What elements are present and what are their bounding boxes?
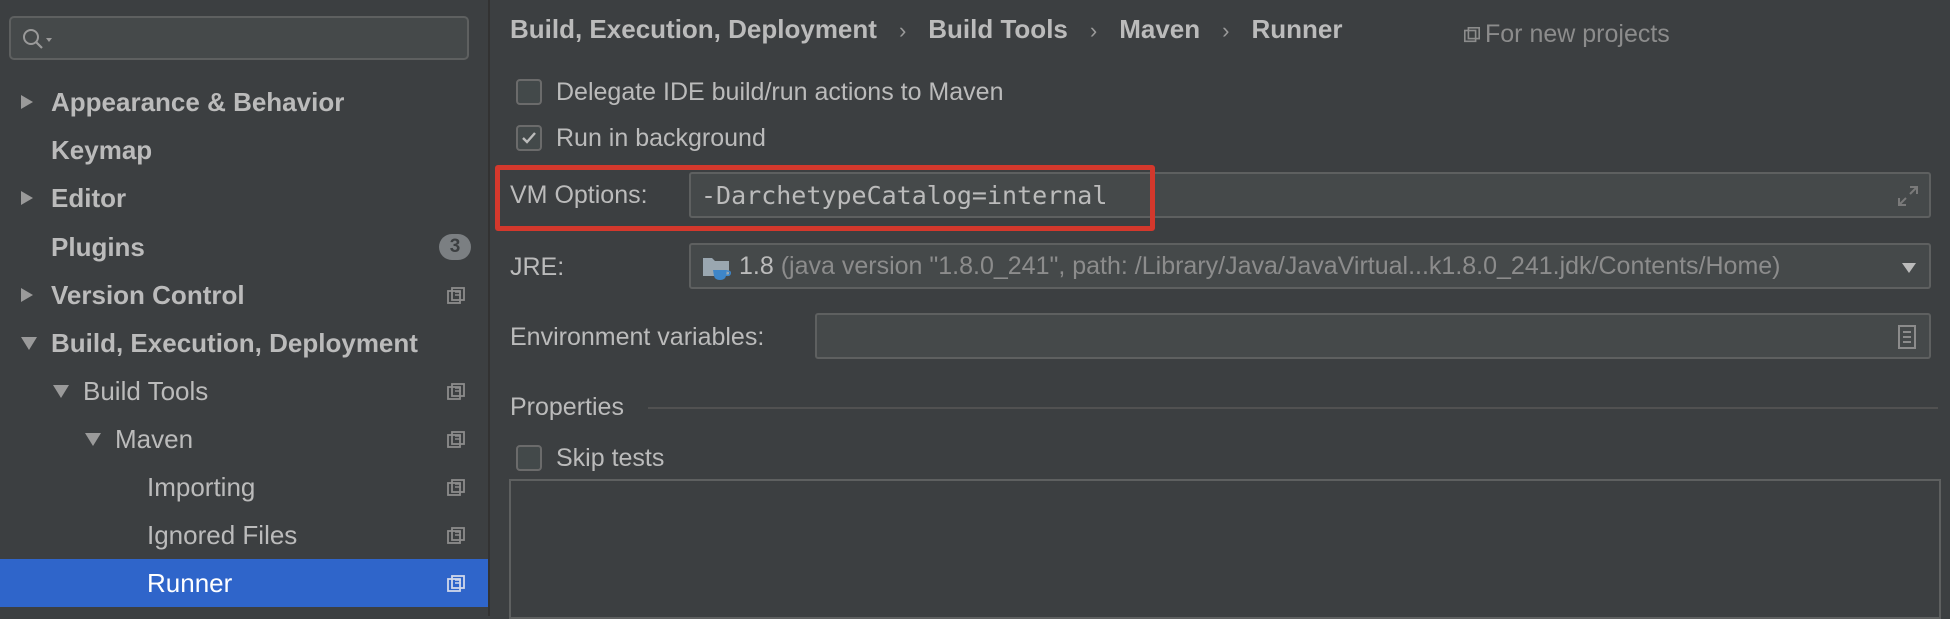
sidebar-item-build-tools[interactable]: Build Tools <box>0 367 488 415</box>
jre-version: 1.8 <box>739 252 774 280</box>
sidebar-item-maven[interactable]: Maven <box>0 415 488 463</box>
plugins-update-badge: 3 <box>439 234 471 260</box>
sidebar-item-label: Build, Execution, Deployment <box>51 328 418 358</box>
project-level-icon <box>447 575 465 592</box>
settings-sidebar: Appearance & Behavior Keymap Editor Plug… <box>0 0 488 616</box>
env-vars-field[interactable] <box>815 313 1931 359</box>
sidebar-item-label: Importing <box>147 472 256 502</box>
properties-section-title: Properties <box>510 393 624 421</box>
sidebar-item-label: Maven <box>115 424 194 454</box>
sidebar-item-runner[interactable]: Runner <box>0 559 488 607</box>
sidebar-item-label: Version Control <box>51 280 245 310</box>
project-level-icon <box>1463 26 1481 43</box>
breadcrumb-item: Runner <box>1251 14 1343 44</box>
sidebar-item-keymap[interactable]: Keymap <box>0 126 488 174</box>
sidebar-item-plugins[interactable]: Plugins 3 <box>0 223 488 271</box>
section-separator <box>648 407 1938 409</box>
expand-arrow-icon[interactable] <box>20 78 40 126</box>
expand-field-icon[interactable] <box>1897 185 1919 207</box>
jre-value: 1.8 (java version "1.8.0_241", path: /Li… <box>739 252 1781 281</box>
scope-label: For new projects <box>1485 20 1670 48</box>
sidebar-item-label: Build Tools <box>83 376 209 406</box>
jre-label: JRE: <box>510 253 565 281</box>
env-vars-label: Environment variables: <box>510 323 765 351</box>
expand-arrow-icon[interactable] <box>20 271 40 319</box>
run-in-background-checkbox[interactable] <box>516 125 542 151</box>
breadcrumb-separator: › <box>1089 18 1098 43</box>
checkmark-icon <box>522 132 536 144</box>
expand-arrow-icon[interactable] <box>20 174 40 222</box>
breadcrumb-item: Maven <box>1119 14 1201 44</box>
breadcrumb: Build, Execution, Deployment › Build Tools… <box>510 14 1342 45</box>
sidebar-item-label: Runner <box>147 568 233 598</box>
sidebar-item-editor[interactable]: Editor <box>0 174 488 222</box>
jdk-folder-icon <box>703 258 731 280</box>
sidebar-item-label: Appearance & Behavior <box>51 87 345 117</box>
sidebar-item-importing[interactable]: Importing <box>0 463 488 511</box>
skip-tests-checkbox[interactable] <box>516 445 542 471</box>
sidebar-item-version-control[interactable]: Version Control <box>0 271 488 319</box>
breadcrumb-item: Build Tools <box>928 14 1068 44</box>
delegate-build-label: Delegate IDE build/run actions to Maven <box>556 78 1004 106</box>
project-level-icon <box>447 527 465 544</box>
project-level-icon <box>447 287 465 304</box>
settings-search-field[interactable] <box>9 16 469 60</box>
project-level-icon <box>447 383 465 400</box>
scope-indicator: For new projects <box>1463 20 1670 49</box>
sidebar-item-appearance-behavior[interactable]: Appearance & Behavior <box>0 78 488 126</box>
dropdown-arrow-icon[interactable] <box>1901 262 1917 274</box>
search-input[interactable] <box>63 23 457 53</box>
jre-detail: (java version "1.8.0_241", path: /Librar… <box>780 252 1781 280</box>
jre-select[interactable]: 1.8 (java version "1.8.0_241", path: /Li… <box>689 243 1931 289</box>
settings-content-panel: Build, Execution, Deployment › Build Tools… <box>490 0 1950 619</box>
sidebar-item-label: Keymap <box>51 135 153 165</box>
breadcrumb-item: Build, Execution, Deployment <box>510 14 877 44</box>
collapse-arrow-icon[interactable] <box>84 415 104 463</box>
sidebar-item-label: Plugins <box>51 232 145 262</box>
browse-list-icon[interactable] <box>1897 324 1917 350</box>
delegate-build-checkbox[interactable] <box>516 79 542 105</box>
sidebar-item-ignored-files[interactable]: Ignored Files <box>0 511 488 559</box>
skip-tests-label: Skip tests <box>556 444 665 472</box>
sidebar-item-label: Ignored Files <box>147 520 298 550</box>
breadcrumb-separator: › <box>1222 18 1230 43</box>
properties-table[interactable] <box>509 479 1941 619</box>
project-level-icon <box>447 479 465 496</box>
sidebar-item-label: Editor <box>51 183 127 213</box>
run-in-background-label: Run in background <box>556 124 766 152</box>
collapse-arrow-icon[interactable] <box>52 367 72 415</box>
project-level-icon <box>447 431 465 448</box>
breadcrumb-separator: › <box>898 18 907 43</box>
collapse-arrow-icon[interactable] <box>20 319 40 367</box>
sidebar-item-build-execution-deployment[interactable]: Build, Execution, Deployment <box>0 319 488 367</box>
vm-options-highlight <box>495 165 1155 231</box>
search-icon <box>23 29 52 49</box>
